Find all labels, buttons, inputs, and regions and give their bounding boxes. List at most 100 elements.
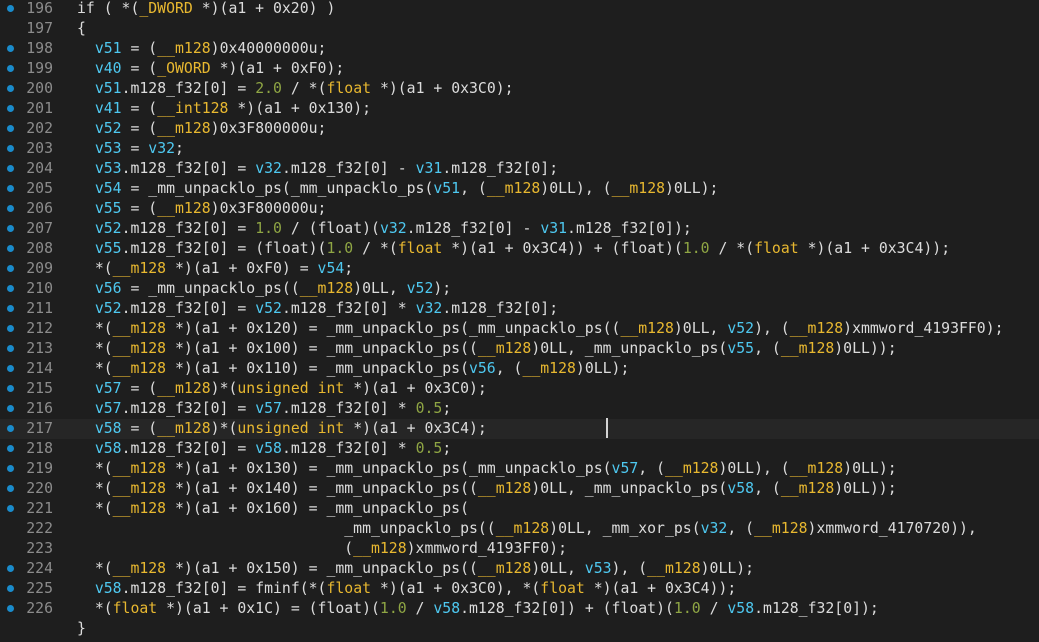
code-line[interactable]: 211 v52.m128_f32[0] = v52.m128_f32[0] * …	[0, 299, 1039, 319]
code-line[interactable]: 210 v56 = _mm_unpacklo_ps((__m128)0LL, v…	[0, 279, 1039, 299]
code-line[interactable]: 220 *(__m128 *)(a1 + 0x140) = _mm_unpack…	[0, 479, 1039, 499]
code-line[interactable]: 197 {	[0, 19, 1039, 39]
code-line[interactable]: 226 *(float *)(a1 + 0x1C) = (float)(1.0 …	[0, 599, 1039, 619]
code-line[interactable]: 199 v40 = (_OWORD *)(a1 + 0xF0);	[0, 59, 1039, 79]
code-line[interactable]: 215 v57 = (__m128)*(unsigned int *)(a1 +…	[0, 379, 1039, 399]
code-text[interactable]: *(__m128 *)(a1 + 0x150) = _mm_unpacklo_p…	[77, 559, 754, 579]
code-text[interactable]: *(float *)(a1 + 0x1C) = (float)(1.0 / v5…	[77, 599, 879, 619]
code-line[interactable]: 207 v52.m128_f32[0] = 1.0 / (float)(v32.…	[0, 219, 1039, 239]
breakpoint-marker-icon[interactable]	[7, 85, 14, 92]
breakpoint-marker-icon[interactable]	[7, 505, 14, 512]
code-line[interactable]: 216 v57.m128_f32[0] = v57.m128_f32[0] * …	[0, 399, 1039, 419]
code-text[interactable]: v51 = (__m128)0x40000000u;	[77, 39, 327, 59]
code-line[interactable]: 222 _mm_unpacklo_ps((__m128)0LL, _mm_xor…	[0, 519, 1039, 539]
breakpoint-marker-icon[interactable]	[7, 445, 14, 452]
code-line[interactable]: 206 v55 = (__m128)0x3F800000u;	[0, 199, 1039, 219]
code-line[interactable]: 205 v54 = _mm_unpacklo_ps(_mm_unpacklo_p…	[0, 179, 1039, 199]
code-line[interactable]: 218 v58.m128_f32[0] = v58.m128_f32[0] * …	[0, 439, 1039, 459]
breakpoint-marker-icon[interactable]	[7, 365, 14, 372]
code-text[interactable]: (__m128)xmmword_4193FF0);	[77, 539, 567, 559]
code-line[interactable]: 219 *(__m128 *)(a1 + 0x130) = _mm_unpack…	[0, 459, 1039, 479]
code-line[interactable]: 196 if ( *(_DWORD *)(a1 + 0x20) )	[0, 0, 1039, 19]
code-text[interactable]: *(__m128 *)(a1 + 0x130) = _mm_unpacklo_p…	[77, 459, 897, 479]
code-text[interactable]: v57.m128_f32[0] = v57.m128_f32[0] * 0.5;	[77, 399, 451, 419]
code-line[interactable]: 217 v58 = (__m128)*(unsigned int *)(a1 +…	[0, 419, 1039, 439]
code-line[interactable]: 200 v51.m128_f32[0] = 2.0 / *(float *)(a…	[0, 79, 1039, 99]
pseudocode-editor[interactable]: 196 if ( *(_DWORD *)(a1 + 0x20) ) 197 {198 …	[0, 0, 1039, 642]
code-text[interactable]: }	[77, 619, 86, 639]
code-text[interactable]: v52.m128_f32[0] = v52.m128_f32[0] * v32.…	[77, 299, 558, 319]
code-line[interactable]: 213 *(__m128 *)(a1 + 0x100) = _mm_unpack…	[0, 339, 1039, 359]
code-line[interactable]: }	[0, 619, 1039, 639]
code-token: float	[397, 240, 443, 257]
breakpoint-marker-icon[interactable]	[7, 65, 14, 72]
code-text[interactable]: v53 = v32;	[77, 139, 184, 159]
code-line[interactable]: 209 *(__m128 *)(a1 + 0xF0) = v54;	[0, 259, 1039, 279]
code-text[interactable]: v51.m128_f32[0] = 2.0 / *(float *)(a1 + …	[77, 79, 514, 99]
breakpoint-marker-icon[interactable]	[7, 145, 14, 152]
breakpoint-marker-icon[interactable]	[7, 425, 14, 432]
code-text[interactable]: v55.m128_f32[0] = (float)(1.0 / *(float …	[77, 239, 950, 259]
code-line[interactable]: 225 v58.m128_f32[0] = fminf(*(float *)(a…	[0, 579, 1039, 599]
breakpoint-marker-icon[interactable]	[7, 465, 14, 472]
code-text[interactable]: *(__m128 *)(a1 + 0x160) = _mm_unpacklo_p…	[77, 499, 469, 519]
code-text[interactable]: *(__m128 *)(a1 + 0xF0) = v54;	[77, 259, 353, 279]
code-line[interactable]: 198 v51 = (__m128)0x40000000u;	[0, 39, 1039, 59]
code-text[interactable]: v52 = (__m128)0x3F800000u;	[77, 119, 327, 139]
breakpoint-marker-icon[interactable]	[7, 225, 14, 232]
code-token: = _mm_unpacklo_ps(_mm_unpacklo_ps(	[121, 180, 434, 197]
breakpoint-marker-icon[interactable]	[7, 305, 14, 312]
code-text[interactable]: if ( *(_DWORD *)(a1 + 0x20) )	[77, 0, 335, 19]
code-text[interactable]: v58.m128_f32[0] = v58.m128_f32[0] * 0.5;	[77, 439, 451, 459]
code-token: v55	[727, 340, 755, 357]
code-text[interactable]: *(__m128 *)(a1 + 0x140) = _mm_unpacklo_p…	[77, 479, 897, 499]
breakpoint-marker-icon[interactable]	[7, 385, 14, 392]
code-text[interactable]: v52.m128_f32[0] = 1.0 / (float)(v32.m128…	[77, 219, 692, 239]
code-line[interactable]: 204 v53.m128_f32[0] = v32.m128_f32[0] - …	[0, 159, 1039, 179]
breakpoint-marker-icon[interactable]	[7, 345, 14, 352]
code-text[interactable]: _mm_unpacklo_ps((__m128)0LL, _mm_xor_ps(…	[77, 519, 977, 539]
line-number: 219	[26, 460, 53, 477]
code-line[interactable]: 208 v55.m128_f32[0] = (float)(1.0 / *(fl…	[0, 239, 1039, 259]
code-text[interactable]: v40 = (_OWORD *)(a1 + 0xF0);	[77, 59, 344, 79]
code-line[interactable]: 202 v52 = (__m128)0x3F800000u;	[0, 119, 1039, 139]
code-text[interactable]: v53.m128_f32[0] = v32.m128_f32[0] - v31.…	[77, 159, 558, 179]
breakpoint-marker-icon[interactable]	[7, 185, 14, 192]
code-text[interactable]: v41 = (__int128 *)(a1 + 0x130);	[77, 99, 371, 119]
code-line[interactable]: 214 *(__m128 *)(a1 + 0x110) = _mm_unpack…	[0, 359, 1039, 379]
breakpoint-marker-icon[interactable]	[7, 565, 14, 572]
code-line[interactable]: 203 v53 = v32;	[0, 139, 1039, 159]
code-line[interactable]: 201 v41 = (__int128 *)(a1 + 0x130);	[0, 99, 1039, 119]
code-text[interactable]: *(__m128 *)(a1 + 0x120) = _mm_unpacklo_p…	[77, 319, 1004, 339]
code-text[interactable]: *(__m128 *)(a1 + 0x100) = _mm_unpacklo_p…	[77, 339, 897, 359]
breakpoint-marker-icon[interactable]	[7, 265, 14, 272]
breakpoint-marker-icon[interactable]	[7, 5, 14, 12]
code-text[interactable]: v58 = (__m128)*(unsigned int *)(a1 + 0x3…	[77, 419, 487, 439]
breakpoint-marker-icon[interactable]	[7, 165, 14, 172]
breakpoint-marker-icon[interactable]	[7, 485, 14, 492]
code-text[interactable]: v55 = (__m128)0x3F800000u;	[77, 199, 327, 219]
code-line[interactable]: 224 *(__m128 *)(a1 + 0x150) = _mm_unpack…	[0, 559, 1039, 579]
code-line[interactable]: 221 *(__m128 *)(a1 + 0x160) = _mm_unpack…	[0, 499, 1039, 519]
breakpoint-marker-icon[interactable]	[7, 325, 14, 332]
breakpoint-marker-icon[interactable]	[7, 125, 14, 132]
code-text[interactable]: v54 = _mm_unpacklo_ps(_mm_unpacklo_ps(v5…	[77, 179, 719, 199]
breakpoint-marker-icon[interactable]	[7, 245, 14, 252]
breakpoint-marker-icon[interactable]	[7, 205, 14, 212]
breakpoint-marker-icon[interactable]	[7, 45, 14, 52]
code-text[interactable]: {	[77, 19, 86, 39]
code-text[interactable]: v56 = _mm_unpacklo_ps((__m128)0LL, v52);	[77, 279, 451, 299]
breakpoint-marker-icon[interactable]	[7, 605, 14, 612]
breakpoint-marker-icon[interactable]	[7, 585, 14, 592]
breakpoint-marker-icon[interactable]	[7, 105, 14, 112]
code-token: v57	[94, 380, 122, 397]
code-line[interactable]: 212 *(__m128 *)(a1 + 0x120) = _mm_unpack…	[0, 319, 1039, 339]
code-line[interactable]: 223 (__m128)xmmword_4193FF0);	[0, 539, 1039, 559]
breakpoint-marker-icon[interactable]	[7, 285, 14, 292]
code-text[interactable]: *(__m128 *)(a1 + 0x110) = _mm_unpacklo_p…	[77, 359, 630, 379]
breakpoint-marker-icon[interactable]	[7, 405, 14, 412]
code-text[interactable]: v58.m128_f32[0] = fminf(*(float *)(a1 + …	[77, 579, 736, 599]
code-text[interactable]: v57 = (__m128)*(unsigned int *)(a1 + 0x3…	[77, 379, 487, 399]
code-token: v57	[94, 400, 122, 417]
